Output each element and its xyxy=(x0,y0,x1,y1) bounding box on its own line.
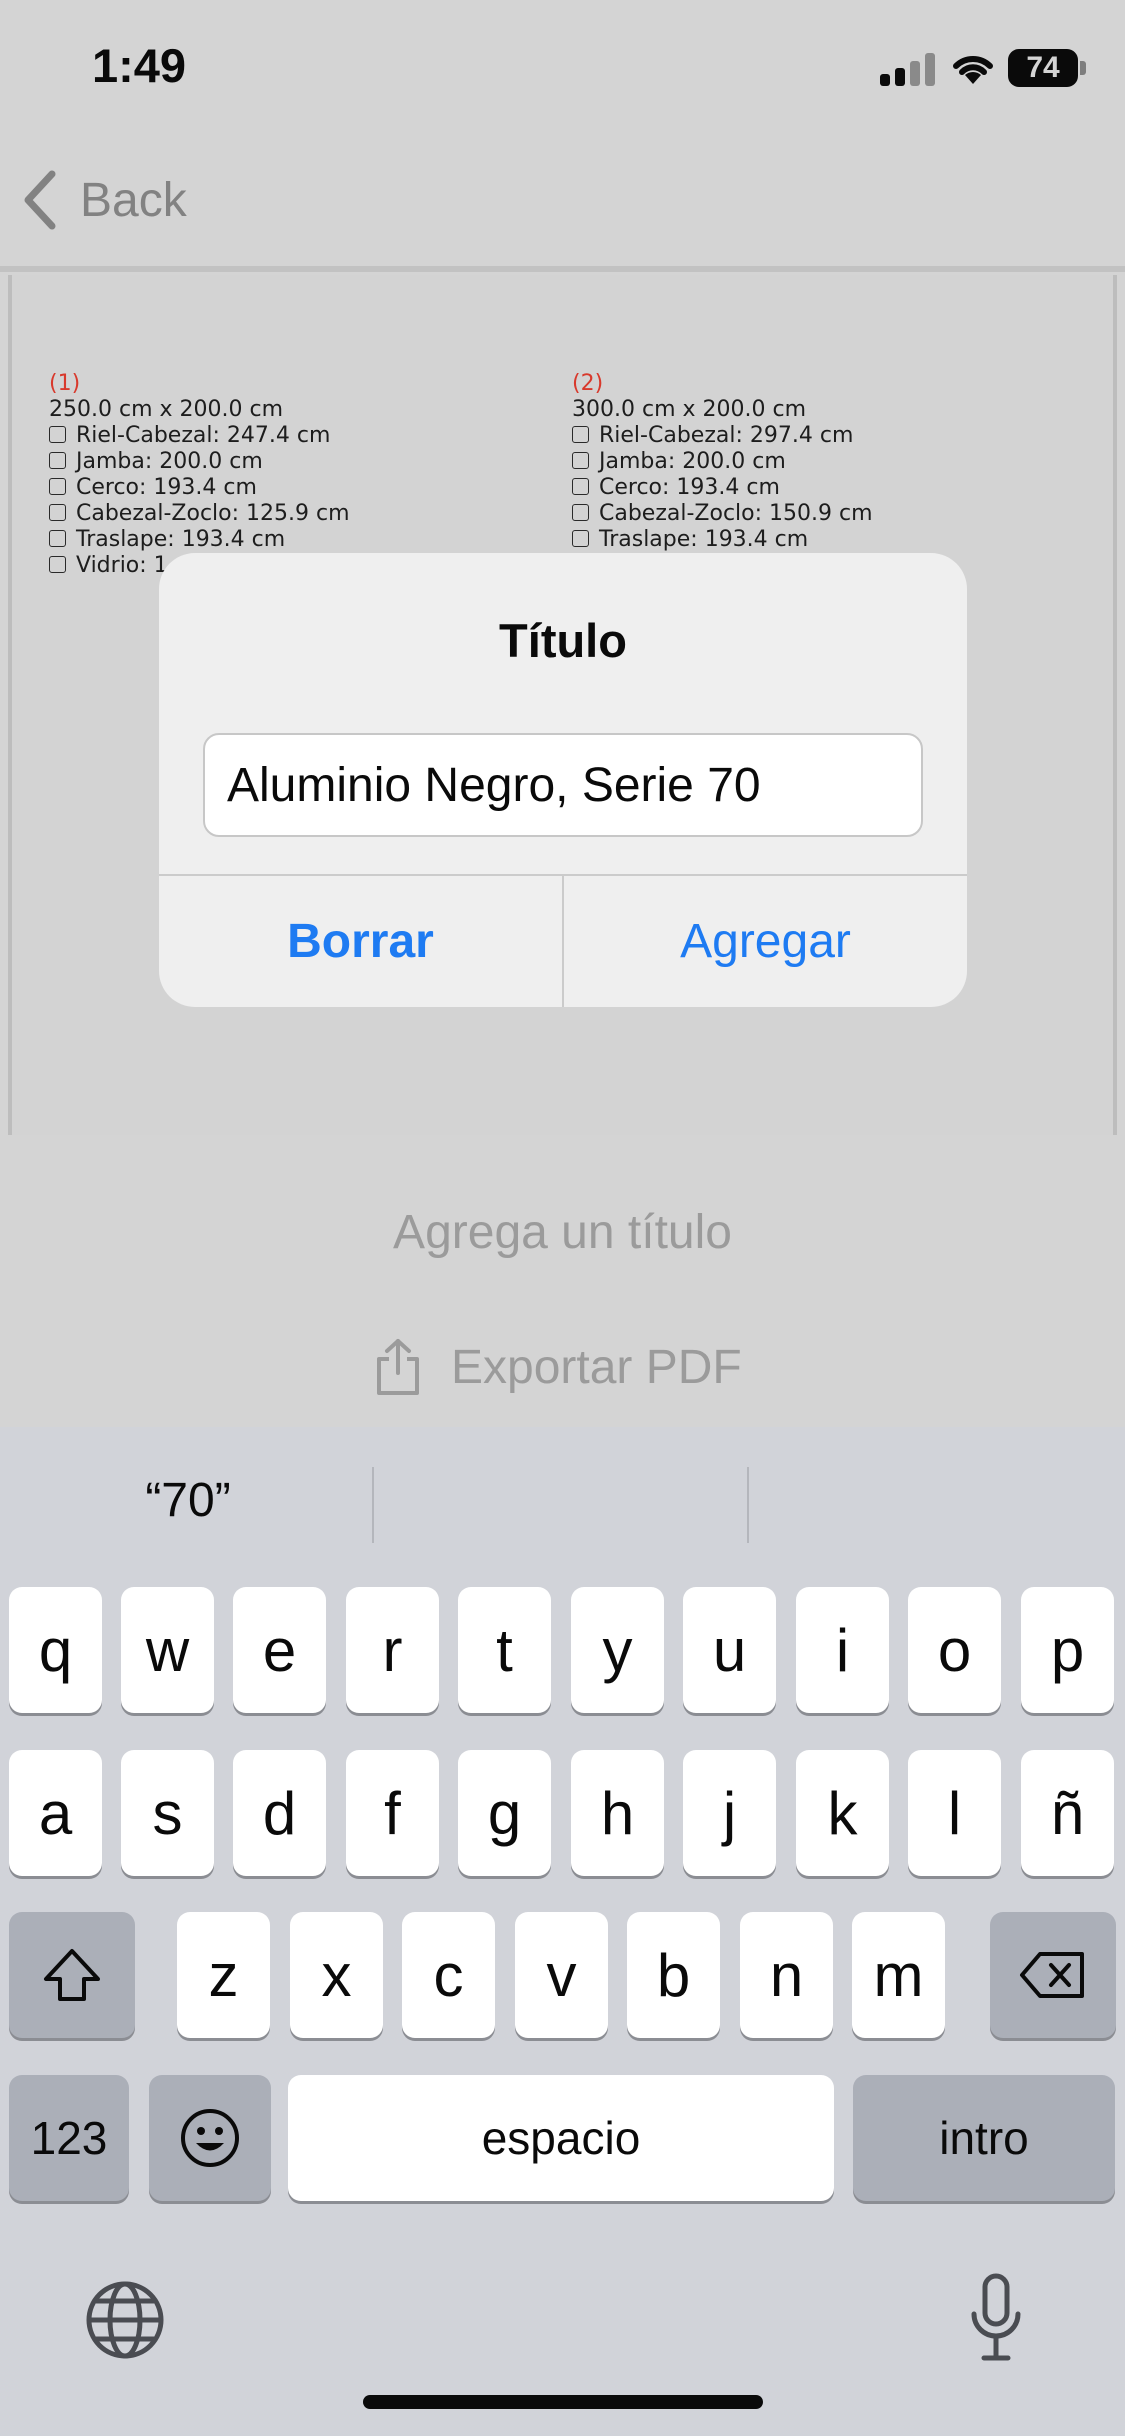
share-icon xyxy=(377,1339,419,1395)
part-line: Cabezal-Zoclo: 125.9 cm xyxy=(49,501,350,527)
add-button[interactable]: Agregar xyxy=(564,875,967,1007)
checkbox-icon xyxy=(572,530,589,547)
key-a[interactable]: a xyxy=(9,1750,102,1876)
key-x[interactable]: x xyxy=(290,1912,383,2038)
window-item-2: (2) 300.0 cm x 200.0 cm Riel-Cabezal: 29… xyxy=(572,371,873,553)
keyboard: “70” q w e r t y u i o p a s d f g h j k… xyxy=(0,1427,1125,2436)
key-k[interactable]: k xyxy=(796,1750,889,1876)
item-number: (1) xyxy=(49,371,81,396)
return-key[interactable]: intro xyxy=(853,2075,1115,2201)
emoji-key[interactable] xyxy=(149,2075,271,2201)
battery-tip xyxy=(1080,61,1086,75)
chevron-left-icon xyxy=(24,170,56,230)
key-z[interactable]: z xyxy=(177,1912,270,2038)
key-q[interactable]: q xyxy=(9,1587,102,1713)
battery-level: 74 xyxy=(1026,51,1060,84)
battery-icon: 74 xyxy=(1008,49,1078,87)
checkbox-icon xyxy=(49,530,66,547)
checkbox-icon xyxy=(572,426,589,443)
title-alert-dialog: Título Borrar Agregar xyxy=(159,553,967,1007)
checkbox-icon xyxy=(49,504,66,521)
status-bar: 1:49 74 xyxy=(0,0,1125,140)
delete-key[interactable] xyxy=(990,1912,1116,2038)
shift-key[interactable] xyxy=(9,1912,135,2038)
key-i[interactable]: i xyxy=(796,1587,889,1713)
space-key[interactable]: espacio xyxy=(288,2075,834,2201)
microphone-icon[interactable] xyxy=(966,2272,1026,2364)
cellular-signal-icon xyxy=(880,52,936,86)
key-v[interactable]: v xyxy=(515,1912,608,2038)
emoji-icon xyxy=(181,2109,239,2167)
item-size: 300.0 cm x 200.0 cm xyxy=(572,397,807,422)
numbers-key[interactable]: 123 xyxy=(9,2075,129,2201)
add-title-button[interactable]: Agrega un título xyxy=(0,1205,1125,1260)
key-n[interactable]: n xyxy=(740,1912,833,2038)
part-line: Traslape: 193.4 cm xyxy=(572,527,873,553)
part-line: Jamba: 200.0 cm xyxy=(572,449,873,475)
part-line: Cabezal-Zoclo: 150.9 cm xyxy=(572,501,873,527)
key-e[interactable]: e xyxy=(233,1587,326,1713)
item-number: (2) xyxy=(572,371,604,396)
alert-title: Título xyxy=(499,614,627,667)
key-m[interactable]: m xyxy=(852,1912,945,2038)
home-indicator xyxy=(363,2395,763,2409)
checkbox-icon xyxy=(49,426,66,443)
prediction-divider xyxy=(747,1467,749,1543)
part-line: Traslape: 193.4 cm xyxy=(49,527,350,553)
key-s[interactable]: s xyxy=(121,1750,214,1876)
key-j[interactable]: j xyxy=(683,1750,776,1876)
back-button[interactable]: Back xyxy=(22,165,187,235)
key-g[interactable]: g xyxy=(458,1750,551,1876)
part-line: Riel-Cabezal: 297.4 cm xyxy=(572,423,873,449)
shift-icon xyxy=(44,1949,100,2001)
part-line: Cerco: 193.4 cm xyxy=(49,475,350,501)
prediction-divider xyxy=(372,1467,374,1543)
item-size: 250.0 cm x 200.0 cm xyxy=(49,397,284,422)
key-p[interactable]: p xyxy=(1021,1587,1114,1713)
key-d[interactable]: d xyxy=(233,1750,326,1876)
globe-icon[interactable] xyxy=(84,2279,166,2361)
checkbox-icon xyxy=(572,478,589,495)
checkbox-icon xyxy=(572,452,589,469)
part-line: Jamba: 200.0 cm xyxy=(49,449,350,475)
back-label: Back xyxy=(80,173,187,227)
checkbox-icon xyxy=(49,478,66,495)
checkbox-icon xyxy=(49,556,66,573)
key-o[interactable]: o xyxy=(908,1587,1001,1713)
key-f[interactable]: f xyxy=(346,1750,439,1876)
key-n-tilde[interactable]: ñ xyxy=(1021,1750,1114,1876)
key-u[interactable]: u xyxy=(683,1587,776,1713)
part-line: Cerco: 193.4 cm xyxy=(572,475,873,501)
export-pdf-button[interactable]: Exportar PDF xyxy=(373,1332,742,1402)
key-h[interactable]: h xyxy=(571,1750,664,1876)
checkbox-icon xyxy=(572,504,589,521)
part-line: Riel-Cabezal: 247.4 cm xyxy=(49,423,350,449)
key-w[interactable]: w xyxy=(121,1587,214,1713)
key-t[interactable]: t xyxy=(458,1587,551,1713)
nav-divider xyxy=(0,266,1125,272)
key-l[interactable]: l xyxy=(908,1750,1001,1876)
backspace-icon xyxy=(1020,1952,1084,1998)
key-r[interactable]: r xyxy=(346,1587,439,1713)
wifi-icon xyxy=(953,55,993,84)
status-time: 1:49 xyxy=(92,39,187,92)
title-input[interactable] xyxy=(203,733,923,837)
export-pdf-label: Exportar PDF xyxy=(451,1340,742,1394)
window-item-1: (1) 250.0 cm x 200.0 cm Riel-Cabezal: 24… xyxy=(49,371,350,579)
delete-button[interactable]: Borrar xyxy=(159,875,562,1007)
key-y[interactable]: y xyxy=(571,1587,664,1713)
prediction-suggestion[interactable]: “70” xyxy=(28,1465,348,1535)
checkbox-icon xyxy=(49,452,66,469)
key-b[interactable]: b xyxy=(627,1912,720,2038)
key-c[interactable]: c xyxy=(402,1912,495,2038)
